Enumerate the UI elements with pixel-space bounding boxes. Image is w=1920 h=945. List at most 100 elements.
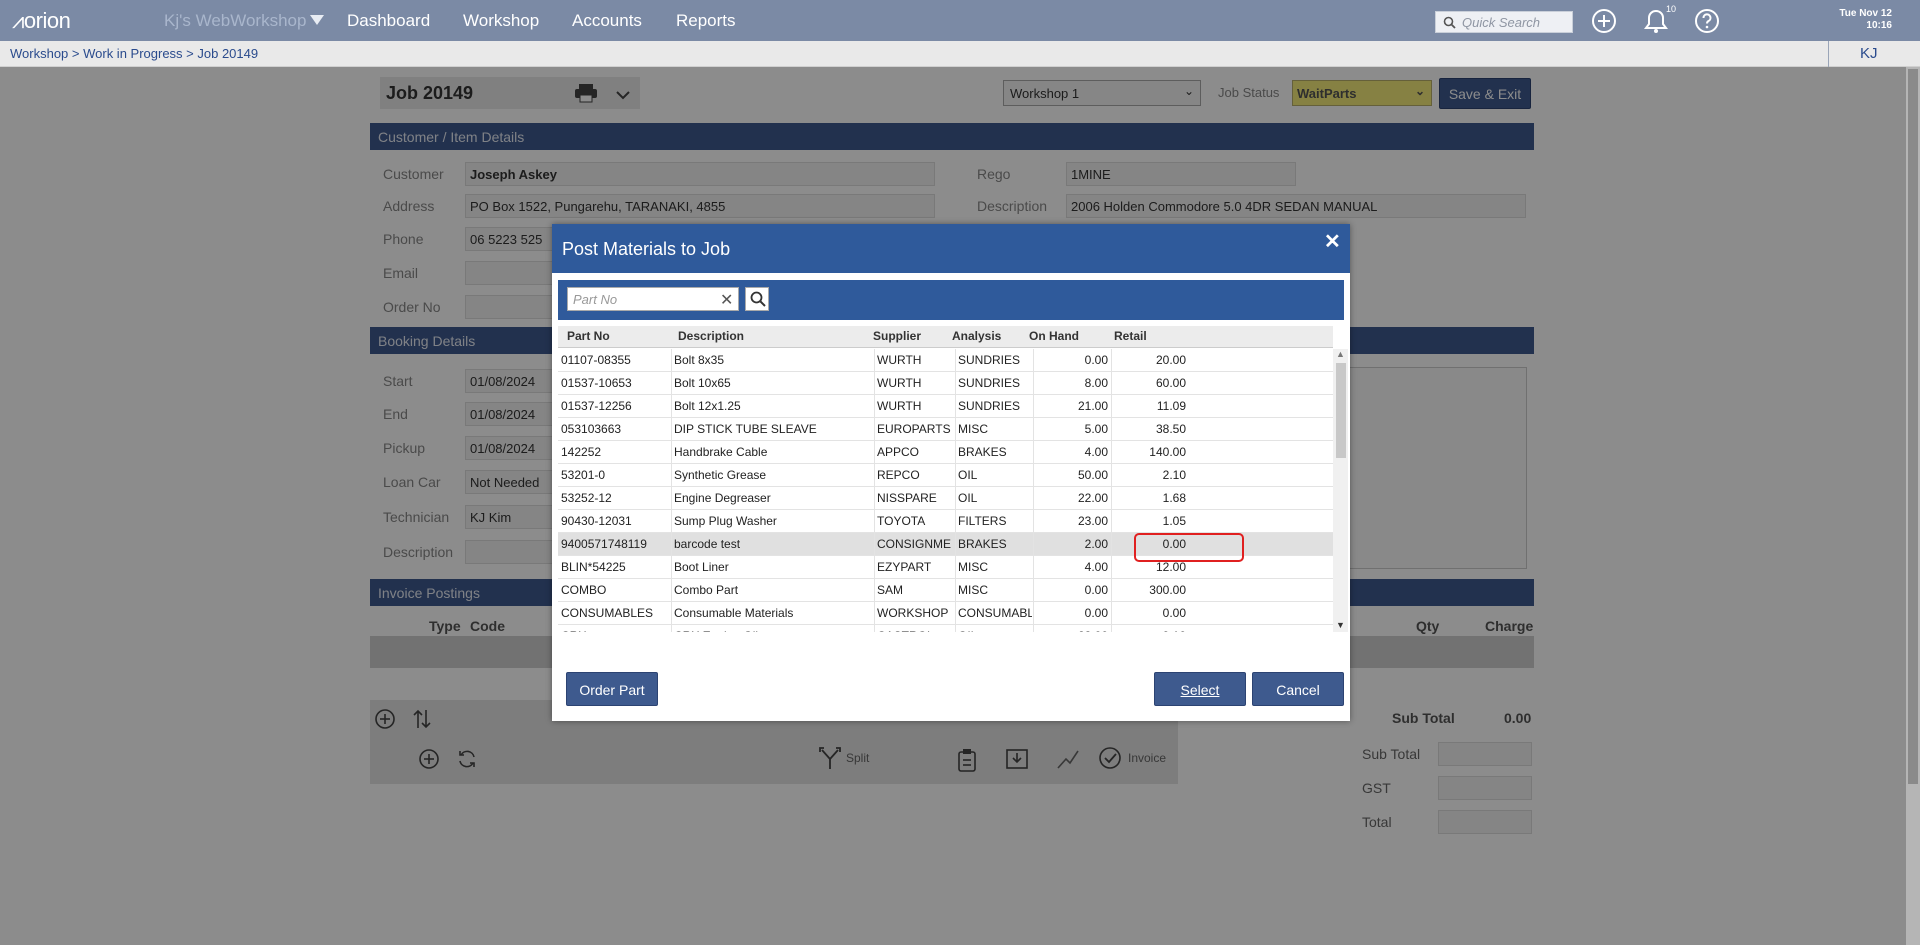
cell-analysis: CONSUMABLE — [958, 606, 1032, 620]
cell-divider — [1033, 533, 1034, 556]
clear-icon[interactable]: ✕ — [720, 290, 733, 310]
cell-retail: 9.10 — [1112, 629, 1186, 632]
cell-divider — [874, 441, 875, 464]
cell-divider — [671, 372, 672, 395]
col-retail[interactable]: Retail — [1114, 329, 1147, 343]
col-on-hand[interactable]: On Hand — [1029, 329, 1079, 343]
cell-divider — [1033, 441, 1034, 464]
cell-description: Combo Part — [674, 583, 739, 597]
parts-table-scrollbar[interactable]: ▲ ▼ — [1333, 349, 1348, 632]
parts-table-row[interactable]: 053103663 DIP STICK TUBE SLEAVE EUROPARTS M… — [558, 418, 1333, 441]
nav-reports[interactable]: Reports — [676, 11, 736, 31]
order-part-button[interactable]: Order Part — [566, 672, 658, 706]
dialog-title: Post Materials to Job — [562, 239, 731, 259]
workshop-name[interactable]: Kj's WebWorkshop — [164, 11, 306, 31]
cell-divider — [874, 510, 875, 533]
col-description[interactable]: Description — [678, 329, 744, 343]
cell-retail: 2.10 — [1162, 468, 1186, 482]
nav-accounts[interactable]: Accounts — [572, 11, 642, 31]
cell-divider — [874, 625, 875, 632]
time-text: 10:16 — [1866, 20, 1892, 31]
close-icon[interactable]: ✕ — [1324, 229, 1341, 254]
cell-supplier: SAM — [877, 583, 904, 597]
cell-analysis: SUNDRIES — [958, 376, 1021, 390]
cell-description: Synthetic Grease — [674, 468, 767, 482]
cell-on-hand: 4.00 — [1084, 560, 1108, 574]
cell-retail: 20.00 — [1155, 353, 1186, 367]
cell-analysis: SUNDRIES — [958, 353, 1021, 367]
cell-divider — [1033, 625, 1034, 632]
cell-on-hand: -23.00 — [1036, 629, 1108, 632]
cell-retail: 60.00 — [1155, 376, 1186, 390]
cell-supplier: CONSIGNMEN — [877, 537, 951, 551]
col-analysis[interactable]: Analysis — [952, 329, 1001, 343]
cell-description: Engine Degreaser — [674, 491, 771, 505]
add-circle-icon[interactable] — [1591, 8, 1617, 34]
cell-divider — [671, 510, 672, 533]
cell-on-hand: 4.00 — [1084, 445, 1108, 459]
select-button[interactable]: Select — [1154, 672, 1246, 706]
cell-supplier: WORKSHOP — [877, 606, 949, 620]
parts-table-row[interactable]: CRX CRX Engine Oil CASTROL OIL -23.00 9.10 — [558, 625, 1333, 632]
cell-divider — [955, 533, 956, 556]
part-no-input[interactable]: Part No ✕ — [567, 287, 739, 311]
cell-supplier: EZYPART — [877, 560, 932, 574]
parts-table-row[interactable]: 01537-12256 Bolt 12x1.25 WURTH SUNDRIES 21.0… — [558, 395, 1333, 418]
cell-divider — [955, 510, 956, 533]
cell-supplier: TOYOTA — [877, 514, 926, 528]
parts-table-row[interactable]: 01537-10653 Bolt 10x65 WURTH SUNDRIES 8.00 60… — [558, 372, 1333, 395]
parts-table-row[interactable]: 53201-0 Synthetic Grease REPCO OIL 50.00 2.10 — [558, 464, 1333, 487]
cell-divider — [874, 372, 875, 395]
cell-on-hand: 50.00 — [1077, 468, 1108, 482]
nav-dashboard[interactable]: Dashboard — [347, 11, 430, 31]
logo-mark-icon: ⩘ — [12, 8, 24, 33]
search-icon — [1443, 16, 1456, 29]
parts-table-header: Part No Description Supplier Analysis On… — [558, 326, 1333, 348]
breadcrumb[interactable]: Workshop > Work in Progress > Job 20149 — [10, 46, 258, 61]
cell-divider — [1033, 556, 1034, 579]
top-bar: ⩘orion Kj's WebWorkshop Dashboard Worksh… — [0, 0, 1920, 41]
orion-logo[interactable]: ⩘orion — [12, 8, 71, 34]
help-icon[interactable] — [1694, 8, 1720, 34]
page-scrollbar-thumb[interactable] — [1908, 69, 1918, 784]
cell-part-no: 01537-12256 — [561, 399, 632, 413]
post-materials-dialog: Post Materials to Job ✕ Part No ✕ Part N… — [552, 224, 1350, 721]
cell-divider — [955, 556, 956, 579]
scroll-up-icon[interactable]: ▲ — [1336, 349, 1345, 359]
part-search-button[interactable] — [745, 287, 769, 311]
workshop-dropdown-icon[interactable] — [310, 15, 324, 25]
cell-analysis: SUNDRIES — [958, 399, 1021, 413]
cell-divider — [955, 441, 956, 464]
cell-description: CRX Engine Oil — [674, 629, 866, 632]
cell-description: Bolt 12x1.25 — [674, 399, 741, 413]
quick-search-input[interactable]: Quick Search — [1435, 11, 1573, 33]
col-supplier[interactable]: Supplier — [873, 329, 921, 343]
parts-table-row[interactable]: 53252-12 Engine Degreaser NISSPARE OIL 22.00… — [558, 487, 1333, 510]
page-scrollbar[interactable] — [1906, 67, 1920, 945]
parts-table-row[interactable]: 90430-12031 Sump Plug Washer TOYOTA FILTERS… — [558, 510, 1333, 533]
cell-divider — [955, 372, 956, 395]
user-initials[interactable]: KJ — [1860, 45, 1878, 62]
cell-part-no: 9400571748119 — [561, 537, 647, 551]
parts-table-row[interactable]: CONSUMABLES Consumable Materials WORKSHOP C… — [558, 602, 1333, 625]
scroll-down-icon[interactable]: ▼ — [1336, 620, 1345, 630]
cell-divider — [955, 418, 956, 441]
col-part-no[interactable]: Part No — [567, 329, 610, 343]
cell-retail: 11.09 — [1156, 399, 1186, 413]
cell-part-no: CRX — [561, 629, 666, 632]
cell-on-hand: 5.00 — [1084, 422, 1108, 436]
nav-workshop[interactable]: Workshop — [463, 11, 539, 31]
cell-divider — [955, 464, 956, 487]
cancel-button[interactable]: Cancel — [1252, 672, 1344, 706]
cell-part-no: 53201-0 — [561, 468, 606, 482]
parts-table-body: 01107-08355 Bolt 8x35 WURTH SUNDRIES 0.00 20.… — [558, 349, 1333, 632]
parts-table-row[interactable]: COMBO Combo Part SAM MISC 0.00 300.00 — [558, 579, 1333, 602]
cell-analysis: MISC — [958, 560, 988, 574]
parts-table-row[interactable]: 01107-08355 Bolt 8x35 WURTH SUNDRIES 0.00 20.… — [558, 349, 1333, 372]
scroll-thumb[interactable] — [1336, 363, 1346, 458]
cell-on-hand: 21.00 — [1077, 399, 1108, 413]
cell-on-hand: 8.00 — [1084, 376, 1108, 390]
parts-table-row[interactable]: 142252 Handbrake Cable APPCO BRAKES 4.00 140.… — [558, 441, 1333, 464]
cell-divider — [1033, 418, 1034, 441]
cell-analysis: BRAKES — [958, 537, 1007, 551]
